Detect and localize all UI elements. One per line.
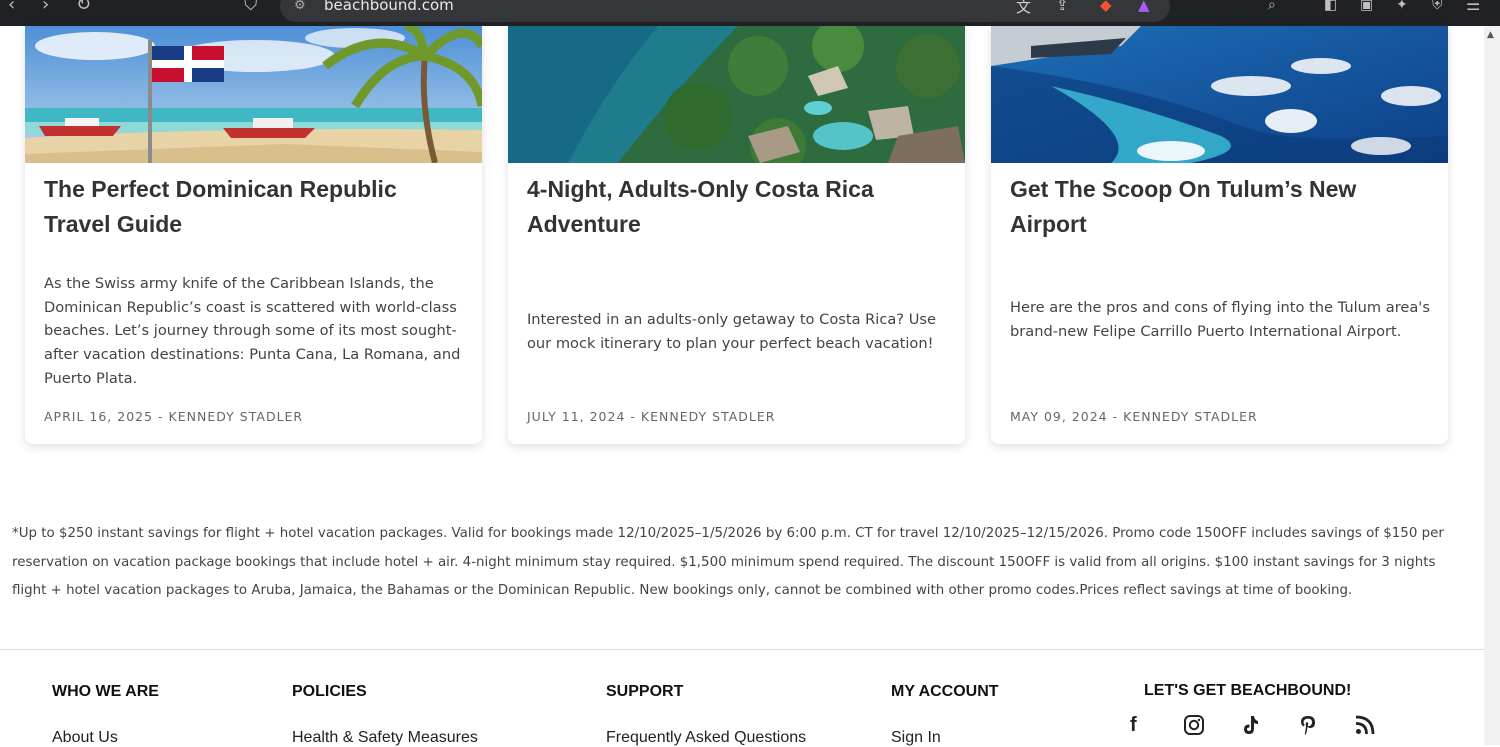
- url-text[interactable]: beachbound.com: [324, 0, 454, 14]
- meta-separator: -: [1112, 409, 1119, 424]
- article-author: KENNEDY STADLER: [1123, 409, 1258, 424]
- article-author: KENNEDY STADLER: [168, 409, 304, 424]
- footer-heading-my-account: MY ACCOUNT: [891, 683, 999, 700]
- footer-link-sign-in[interactable]: Sign In: [891, 729, 941, 747]
- article-title[interactable]: The Perfect Dominican Republic Travel Gu…: [44, 172, 464, 242]
- footer-social-heading: LET'S GET BEACHBOUND!: [1144, 682, 1352, 699]
- menu-icon[interactable]: ☰: [1466, 0, 1480, 18]
- sidebar-icon[interactable]: ◧: [1324, 0, 1337, 18]
- article-title[interactable]: Get The Scoop On Tulum’s New Airport: [1010, 172, 1430, 242]
- article-card[interactable]: 4-Night, Adults-Only Costa Rica Adventur…: [508, 26, 965, 444]
- article-date: JULY 11, 2024: [527, 409, 626, 424]
- brave-shield-icon[interactable]: ◆: [1100, 0, 1112, 14]
- article-image-aerial-coast[interactable]: [991, 26, 1448, 163]
- site-info-icon[interactable]: ⚙: [294, 0, 306, 13]
- article-description: As the Swiss army knife of the Caribbean…: [44, 275, 461, 387]
- tabs-icon[interactable]: ▣: [1360, 0, 1373, 18]
- translate-icon[interactable]: 文: [1016, 0, 1031, 17]
- facebook-icon[interactable]: f: [1130, 714, 1137, 737]
- page-scrollbar[interactable]: ▲: [1484, 26, 1500, 745]
- footer-heading-who-we-are: WHO WE ARE: [52, 683, 159, 700]
- meta-separator: -: [158, 409, 164, 424]
- footer-heading-support: SUPPORT: [606, 683, 684, 700]
- article-description: Here are the pros and cons of flying int…: [1010, 299, 1430, 340]
- meta-separator: -: [630, 409, 636, 424]
- article-meta: MAY 09, 2024 - KENNEDY STADLER: [1010, 409, 1258, 424]
- bookmark-icon[interactable]: ⛉: [244, 0, 258, 18]
- footer-link-faq[interactable]: Frequently Asked Questions: [606, 729, 806, 747]
- article-author: KENNEDY STADLER: [640, 409, 776, 424]
- instagram-icon[interactable]: [1183, 714, 1205, 741]
- vpn-icon[interactable]: ⛨: [1432, 0, 1443, 18]
- browser-toolbar: ‹ › ↻ ⛉ ⚙ beachbound.com 文 ⇪ ◆ ▲ ⌕ ◧ ▣ ✦…: [0, 0, 1500, 26]
- article-date: APRIL 16, 2025: [44, 409, 154, 424]
- article-image-dominican-beach[interactable]: [25, 26, 482, 163]
- forward-icon[interactable]: ›: [42, 0, 49, 18]
- rss-icon[interactable]: [1354, 714, 1376, 741]
- footer-link-health-safety[interactable]: Health & Safety Measures: [292, 729, 478, 747]
- promo-disclaimer: *Up to $250 instant savings for flight +…: [12, 526, 1444, 598]
- article-card[interactable]: Get The Scoop On Tulum’s New Airport Her…: [991, 26, 1448, 444]
- reload-icon[interactable]: ↻: [76, 0, 91, 18]
- address-bar[interactable]: ⚙ beachbound.com 文 ⇪ ◆ ▲: [280, 0, 1170, 22]
- leo-icon[interactable]: ✦: [1396, 0, 1408, 18]
- page-content: The Perfect Dominican Republic Travel Gu…: [0, 26, 1484, 747]
- footer-link-about-us[interactable]: About Us: [52, 729, 118, 747]
- article-description: Interested in an adults-only getaway to …: [527, 311, 936, 352]
- brave-rewards-icon[interactable]: ▲: [1138, 0, 1150, 14]
- article-card[interactable]: The Perfect Dominican Republic Travel Gu…: [25, 26, 482, 444]
- scroll-up-icon[interactable]: ▲: [1487, 30, 1494, 40]
- article-title[interactable]: 4-Night, Adults-Only Costa Rica Adventur…: [527, 172, 947, 242]
- article-meta: APRIL 16, 2025 - KENNEDY STADLER: [44, 409, 303, 424]
- footer-heading-policies: POLICIES: [292, 683, 367, 700]
- search-icon[interactable]: ⌕: [1268, 0, 1276, 18]
- pinterest-icon[interactable]: [1298, 714, 1318, 741]
- article-meta: JULY 11, 2024 - KENNEDY STADLER: [527, 409, 775, 424]
- article-date: MAY 09, 2024: [1010, 409, 1108, 424]
- share-icon[interactable]: ⇪: [1056, 0, 1069, 14]
- article-image-costa-rica-resort[interactable]: [508, 26, 965, 163]
- back-icon[interactable]: ‹: [8, 0, 15, 18]
- footer-divider: [0, 649, 1484, 650]
- tiktok-icon[interactable]: [1241, 714, 1261, 741]
